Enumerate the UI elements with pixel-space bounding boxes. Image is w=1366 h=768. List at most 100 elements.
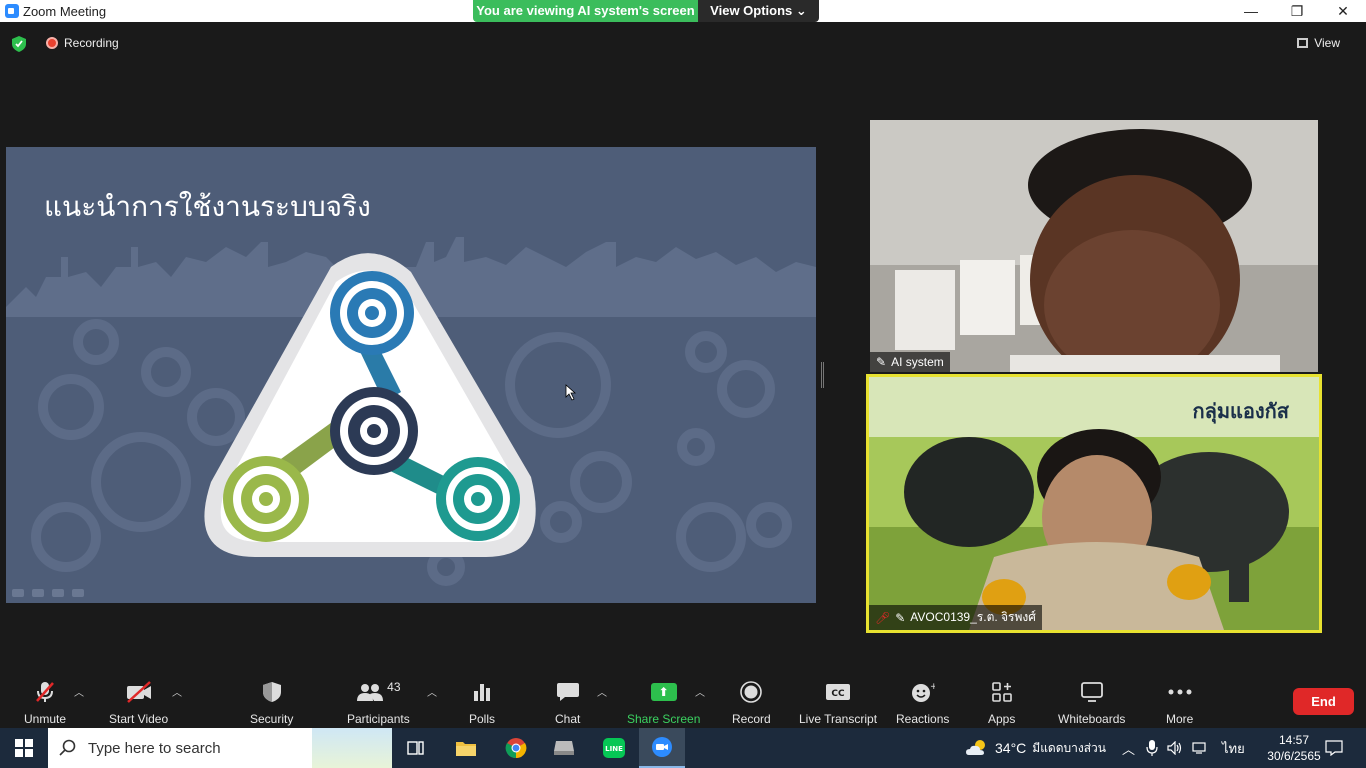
view-button[interactable]: View [1297, 36, 1340, 50]
close-button[interactable]: ✕ [1320, 0, 1366, 22]
task-view-button[interactable] [393, 728, 439, 768]
prev-slide-icon[interactable] [12, 589, 24, 597]
chat-button[interactable]: Chat [555, 680, 580, 726]
more-button[interactable]: More [1166, 680, 1193, 726]
pen-icon[interactable] [32, 589, 44, 597]
reactions-label: Reactions [896, 712, 950, 726]
clock-date: 30/6/2565 [1267, 749, 1321, 763]
shared-screen[interactable]: แนะนำการใช้งานระบบจริง [6, 147, 816, 603]
taskbar-search-input[interactable]: Type here to search [48, 728, 392, 768]
restore-button[interactable]: ❐ [1274, 0, 1320, 22]
gear-navy-icon [330, 387, 418, 475]
volume-icon[interactable] [1167, 728, 1183, 768]
unmute-label: Unmute [24, 712, 67, 726]
chrome-app[interactable] [493, 728, 539, 768]
participant-name-tag: ✎ AI system [870, 352, 950, 372]
smiley-plus-icon: + [911, 680, 935, 704]
video-tile-ai-system[interactable]: ✎ AI system [870, 120, 1318, 372]
recording-indicator[interactable]: Recording [46, 36, 119, 50]
record-label: Record [732, 712, 771, 726]
input-language-indicator[interactable]: ไทย [1222, 728, 1245, 768]
gear-green-icon [223, 456, 309, 542]
whiteboards-button[interactable]: Whiteboards [1058, 680, 1125, 726]
end-meeting-button[interactable]: End [1293, 688, 1354, 715]
next-slide-icon[interactable] [72, 589, 84, 597]
view-options-button[interactable]: View Options ⌄ [698, 0, 819, 22]
share-banner: You are viewing AI system's screen View … [473, 0, 819, 22]
unmute-button[interactable]: Unmute [24, 680, 66, 726]
mouse-cursor-icon [565, 384, 577, 401]
record-button[interactable]: Record [732, 680, 771, 726]
participants-icon: 43 [356, 680, 401, 704]
participants-button[interactable]: 43 Participants [347, 680, 410, 726]
chrome-icon [505, 738, 527, 759]
taskbar-clock[interactable]: 14:57 30/6/2565 [1266, 732, 1322, 764]
meeting-toolbar: Unmute ︿ Start Video ︿ Security 43 Parti… [0, 670, 1366, 728]
more-label: More [1166, 712, 1194, 726]
live-transcript-button[interactable]: CC Live Transcript [799, 680, 877, 726]
security-shield-icon[interactable] [12, 36, 26, 52]
pin-icon: ✎ [876, 355, 887, 369]
action-center-button[interactable] [1325, 728, 1343, 768]
polls-button[interactable]: Polls [469, 680, 495, 726]
notification-icon [1325, 740, 1343, 756]
minimize-button[interactable]: — [1228, 0, 1274, 22]
participants-count: 43 [387, 680, 401, 694]
chevron-up-icon: ︿ [1122, 741, 1136, 757]
pin-icon: ✎ [895, 610, 906, 625]
audio-options-caret-icon[interactable]: ︿ [74, 684, 84, 699]
windows-start-button[interactable] [0, 728, 48, 768]
file-explorer-app[interactable] [443, 728, 489, 768]
polls-icon [472, 680, 492, 704]
recording-label: Recording [64, 36, 119, 50]
slides-icon[interactable] [52, 589, 64, 597]
live-transcript-label: Live Transcript [799, 712, 878, 726]
network-icon[interactable] [1192, 728, 1208, 768]
weather-widget[interactable]: 34°C มีแดดบางส่วน [965, 728, 1106, 768]
zoom-icon [652, 737, 672, 757]
share-options-caret-icon[interactable]: ︿ [695, 684, 705, 699]
language-label: ไทย [1222, 740, 1245, 756]
chat-bubble-icon [556, 680, 580, 704]
participant-name: AI system [891, 355, 944, 369]
slide-nav-controls[interactable] [12, 589, 84, 597]
apps-button[interactable]: Apps [988, 680, 1015, 726]
video-options-caret-icon[interactable]: ︿ [172, 684, 182, 699]
participant-video-image [870, 120, 1318, 372]
apps-label: Apps [988, 712, 1016, 726]
weather-text: มีแดดบางส่วน [1032, 740, 1106, 755]
view-options-label: View Options [710, 3, 793, 18]
line-app[interactable]: LINE [591, 728, 637, 768]
zoom-app[interactable] [639, 728, 685, 768]
start-video-label: Start Video [109, 712, 169, 726]
chat-options-caret-icon[interactable]: ︿ [597, 684, 607, 699]
whiteboard-icon [1080, 680, 1104, 704]
start-video-button[interactable]: Start Video [109, 680, 168, 726]
window-titlebar: Zoom Meeting You are viewing AI system's… [0, 0, 1366, 22]
slide-title: แนะนำการใช้งานระบบจริง [44, 190, 371, 223]
view-label: View [1314, 36, 1340, 50]
zoom-logo-icon [5, 4, 19, 18]
share-screen-button[interactable]: ⬆ Share Screen [627, 680, 700, 726]
participants-options-caret-icon[interactable]: ︿ [427, 684, 437, 699]
svg-text:LINE: LINE [605, 745, 623, 753]
video-tile-active-speaker[interactable]: กลุ่มแองกัส 🎤︎ ✎ AVOC0139_ร.ต. จิรพงศ์ [866, 374, 1322, 633]
windows-logo-icon [15, 739, 33, 757]
search-icon [48, 739, 88, 757]
reactions-button[interactable]: + Reactions [896, 680, 949, 726]
muted-mic-icon: 🎤︎ [875, 610, 891, 625]
show-hidden-icons-button[interactable]: ︿ [1122, 728, 1135, 768]
share-screen-label: Share Screen [627, 712, 701, 726]
chat-label: Chat [555, 712, 581, 726]
polls-label: Polls [469, 712, 496, 726]
folder-icon [456, 742, 476, 756]
search-highlight-image [312, 728, 392, 768]
scanner-icon [554, 741, 574, 755]
shield-icon [262, 680, 282, 704]
security-button[interactable]: Security [250, 680, 293, 726]
window-title: Zoom Meeting [23, 4, 107, 19]
split-resize-handle[interactable] [821, 362, 824, 388]
scanner-app[interactable] [541, 728, 587, 768]
microphone-tray-icon[interactable] [1146, 728, 1158, 768]
windows-taskbar: Type here to search LINE 34°C มีแดดบางส่… [0, 728, 1366, 768]
